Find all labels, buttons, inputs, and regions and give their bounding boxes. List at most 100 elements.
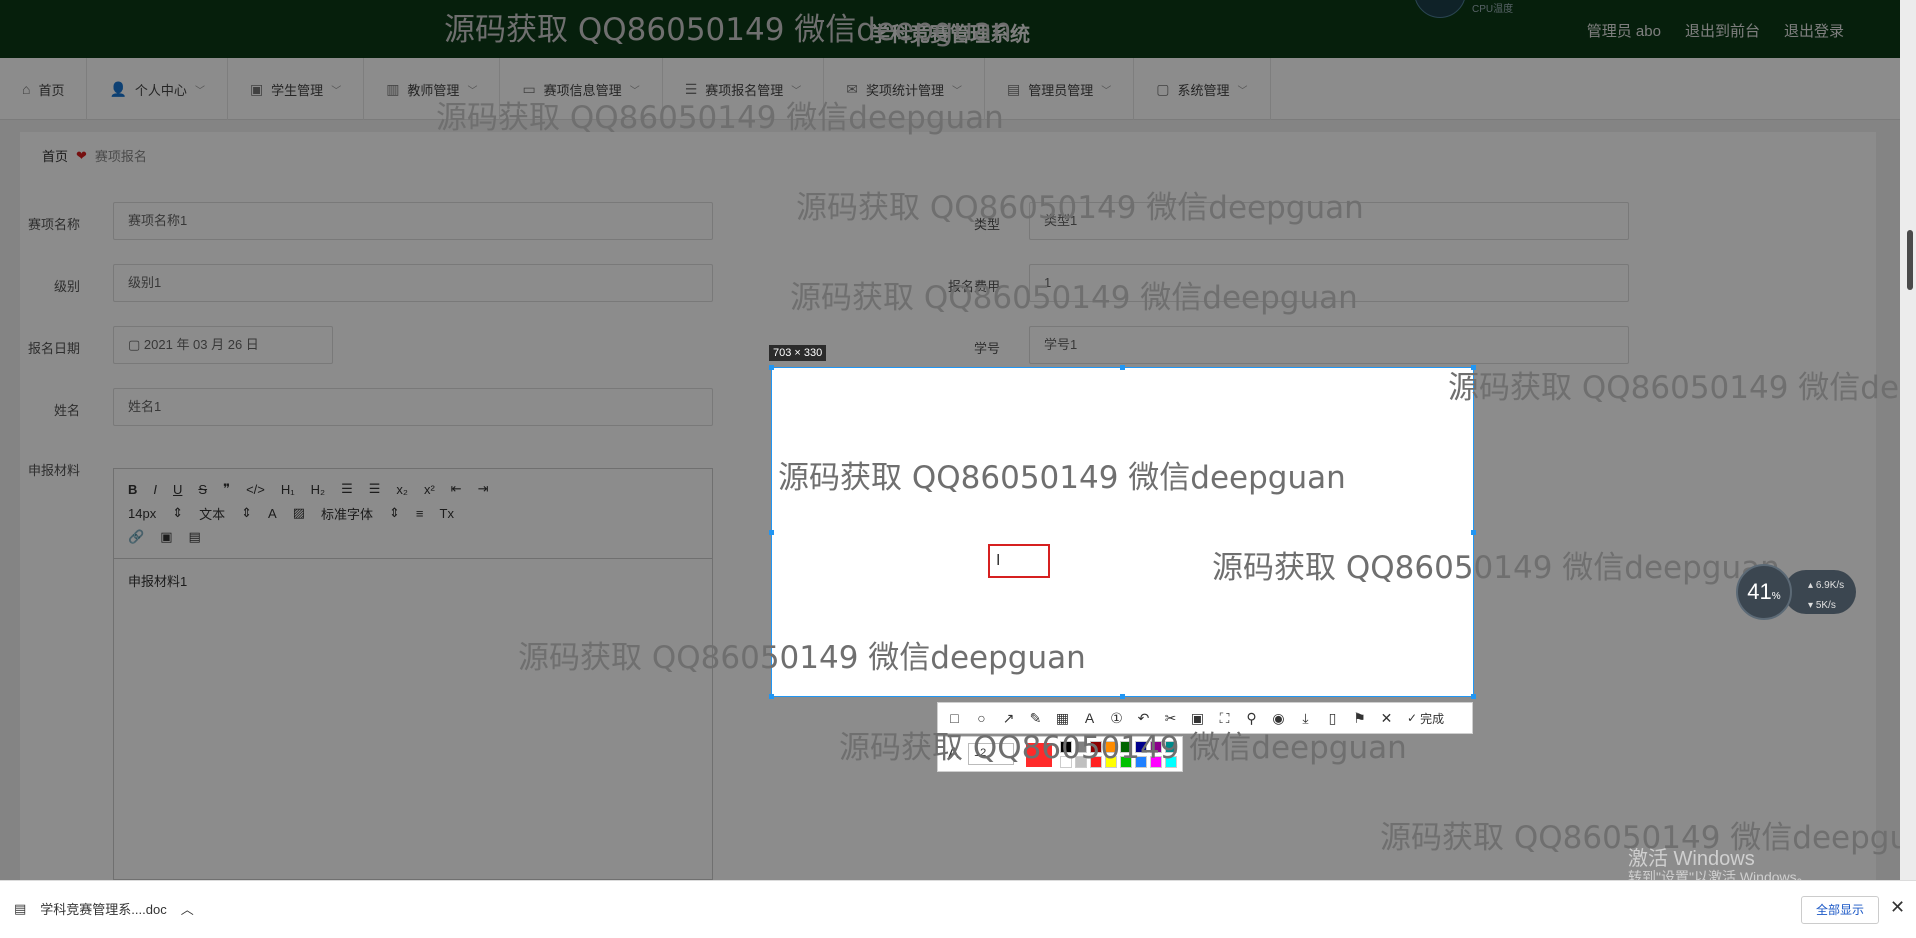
resize-handle[interactable] [1120,365,1125,370]
strike-icon[interactable]: S [198,482,207,497]
show-all-button[interactable]: 全部显示 [1801,896,1880,924]
event-name-label: 赛项名称 [27,217,80,232]
student-name-input[interactable]: 姓名1 [113,388,713,426]
nav-item-admins[interactable]: ▤ 管理员管理 ﹀ [985,58,1135,120]
resize-handle[interactable] [1471,530,1476,535]
watermark-text: 源码获取 QQ86050149 微信deepguan [1448,370,1900,406]
quote-icon[interactable]: ❞ [223,481,230,497]
date-input[interactable]: ▢ 2021 年 03 月 26 日 [113,326,333,364]
close-icon[interactable]: ✕ [1890,897,1905,918]
selection-size-label: 703 × 330 [769,345,827,361]
watermark-text: 源码获取 QQ86050149 微信deepguan [1212,550,1780,586]
date-label: 报名日期 [27,341,80,356]
check-icon: ✓ [1407,711,1418,725]
bullet-list-icon[interactable]: ☰ [369,481,381,497]
bold-icon[interactable]: B [128,482,137,497]
watermark-text: 源码获取 QQ86050149 微信deepguan [518,640,1086,676]
nav-label: 学生管理 [271,82,324,98]
chevron-up-icon[interactable]: ︿ [181,899,194,918]
resize-handle[interactable] [769,365,774,370]
nav-label: 系统管理 [1177,82,1230,98]
font-family-select[interactable]: 标准字体 [321,504,373,523]
material-label: 申报材料 [27,463,80,478]
breadcrumb: 首页 ❤ 赛项报名 [42,146,147,165]
speed-pill: ▴ 6.9K/s ▾ 5K/s [1784,570,1856,614]
heart-icon: ❤ [76,147,87,163]
nav-item-students[interactable]: ▣ 学生管理 ﹀ [228,58,365,120]
align-icon[interactable]: ≡ [416,506,424,521]
page-scrollbar[interactable] [1900,0,1916,880]
indent-icon[interactable]: ⇥ [478,481,489,497]
student-icon: ▣ [249,80,264,97]
resize-handle[interactable] [1471,694,1476,699]
speed-percent: 41% [1736,564,1792,620]
done-button[interactable]: ✓ 完成 [1407,710,1444,727]
h1-icon[interactable]: H₁ [281,482,295,497]
chevron-down-icon: ﹀ [194,85,205,97]
nav-label: 首页 [38,82,65,98]
student-name-label: 姓名 [53,403,80,418]
teacher-icon: ▥ [386,80,400,97]
cpu-label: CPU温度 [1472,4,1514,15]
editor-toolbar: B I U S ❞ </> H₁ H₂ ☰ ☰ x₂ x² ⇤ ⇥ 14px ⇕… [114,469,712,559]
upload-speed: ▴ 6.9K/s [1808,580,1845,591]
nav-item-home[interactable]: ⌂ 首页 [0,58,88,120]
resize-handle[interactable] [769,530,774,535]
font-size-arrow-icon: ⇕ [172,505,184,520]
breadcrumb-home[interactable]: 首页 [42,146,68,165]
header-links: 管理员 abo 退出到前台 退出登录 [1587,20,1844,41]
video-icon[interactable]: ▤ [188,529,200,545]
chat-icon: ▢ [1156,80,1170,97]
italic-icon[interactable]: I [153,482,157,497]
done-label: 完成 [1420,711,1445,726]
calendar-icon: ▢ [128,337,144,352]
bg-color-icon[interactable]: ▨ [293,505,305,521]
editor-content[interactable]: 申报材料1 [114,559,712,602]
admin-link[interactable]: 管理员 abo [1587,20,1661,41]
text-cursor-icon: I [996,552,1001,569]
resize-handle[interactable] [1120,694,1125,699]
chevron-down-icon: ﹀ [1237,85,1248,97]
ordered-list-icon[interactable]: ☰ [341,481,353,497]
subscript-icon[interactable]: x₂ [396,482,408,497]
cpu-gauge [1414,0,1466,18]
h2-icon[interactable]: H₂ [311,482,325,497]
superscript-icon[interactable]: x² [424,482,435,497]
font-color-icon[interactable]: A [268,506,277,521]
underline-icon[interactable]: U [173,482,182,497]
nav-item-profile[interactable]: 👤 个人中心 ﹀ [87,58,228,120]
logout-link[interactable]: 退出登录 [1784,20,1844,41]
link-icon[interactable]: 🔗 [128,529,144,545]
resize-handle[interactable] [769,694,774,699]
watermark-text: 源码获取 QQ86050149 微信deepguan [436,100,1004,136]
bars-icon: ▤ [1007,80,1021,97]
student-id-input[interactable]: 学号1 [1029,326,1629,364]
front-link[interactable]: 退出到前台 [1685,20,1760,41]
download-item[interactable]: ▤ 学科竞赛管理系....doc ︿ [14,899,194,918]
watermark-text: 源码获取 QQ86050149 微信deepguan [839,730,1407,766]
text-type-select[interactable]: 文本 [199,504,225,523]
date-value: 2021 年 03 月 26 日 [143,337,259,352]
clear-format-icon[interactable]: Tx [440,506,454,521]
level-label: 级别 [53,279,80,294]
event-name-input[interactable]: 赛项名称1 [113,202,713,240]
network-speed-widget[interactable]: ▴ 6.9K/s ▾ 5K/s 41% [1736,564,1856,620]
nav-item-system[interactable]: ▢ 系统管理 ﹀ [1134,58,1271,120]
chevron-down-icon: ﹀ [1101,85,1112,97]
download-bar: ▤ 学科竞赛管理系....doc ︿ 全部显示 ✕ [0,880,1916,938]
watermark-text: 源码获取 QQ86050149 微信deepguan [790,280,1358,316]
image-icon[interactable]: ▣ [160,529,172,545]
scrollbar-thumb[interactable] [1907,230,1913,290]
breadcrumb-current: 赛项报名 [94,149,147,164]
font-size-select[interactable]: 14px [128,506,156,521]
outdent-icon[interactable]: ⇤ [451,481,462,497]
nav-label: 管理员管理 [1028,82,1094,98]
download-speed: ▾ 5K/s [1808,600,1836,611]
document-icon: ▤ [14,900,27,916]
chevron-down-icon: ﹀ [331,85,342,97]
text-type-arrow-icon: ⇕ [241,505,253,520]
text-annotation-box[interactable]: I [988,544,1050,578]
code-icon[interactable]: </> [246,482,265,497]
watermark-text: 源码获取 QQ86050149 微信deepguan [444,12,1012,48]
level-input[interactable]: 级别1 [113,264,713,302]
